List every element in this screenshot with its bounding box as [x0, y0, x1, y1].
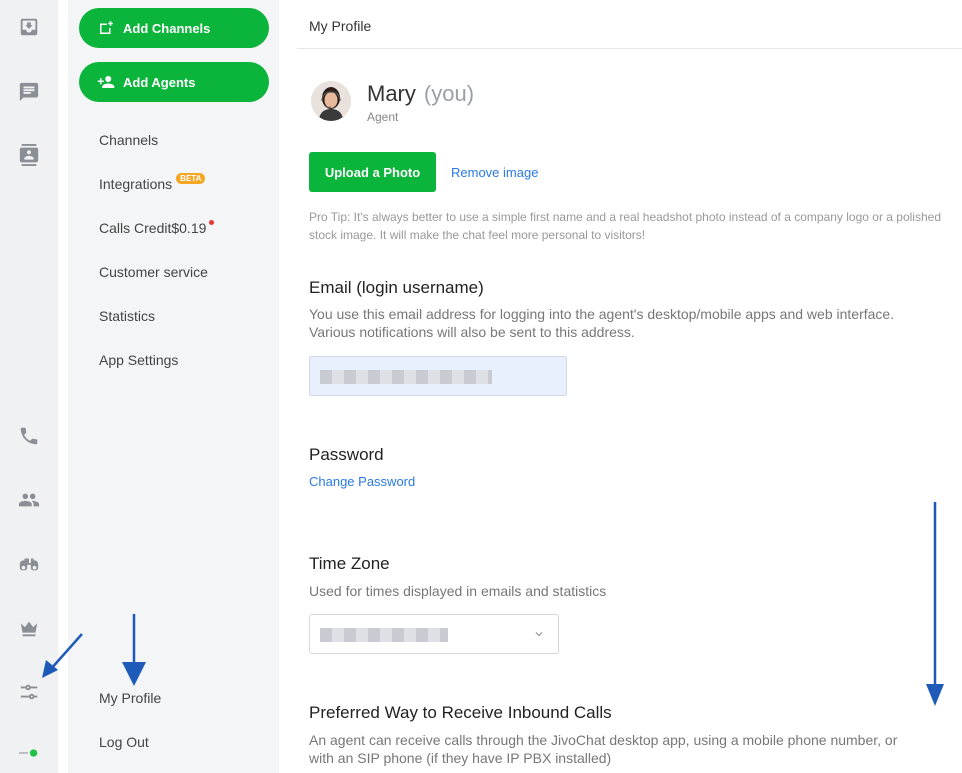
phone-icon[interactable] [17, 424, 41, 448]
settings-sliders-icon[interactable] [17, 680, 41, 704]
you-label: (you) [423, 81, 475, 106]
profile-content: My Profile Mary (you) Agent Upload a Phot… [297, 0, 962, 773]
timezone-heading: Time Zone [309, 554, 390, 573]
add-agents-button[interactable]: Add Agents [79, 62, 269, 102]
add-channel-icon [100, 21, 113, 34]
agent-name: Mary (you) [367, 81, 475, 106]
email-description: You use this email address for logging i… [309, 306, 895, 340]
page-title: My Profile [309, 18, 372, 34]
timezone-description: Used for times displayed in emails and s… [309, 583, 607, 599]
nav-item-customer-service[interactable]: Customer service [99, 264, 208, 280]
nav-item-calls-credit[interactable]: Calls Credit$0.19 [99, 220, 215, 236]
nav-item-log-out[interactable]: Log Out [99, 734, 149, 750]
password-heading: Password [309, 445, 384, 464]
contacts-icon[interactable] [17, 143, 41, 167]
beta-badge: BETA [176, 173, 206, 184]
notification-dot [209, 220, 215, 225]
annotation-arrow-down-scroll [926, 502, 944, 706]
nav-item-integrations[interactable]: Integrations BETA [99, 173, 206, 192]
inbound-calls-heading: Preferred Way to Receive Inbound Calls [309, 703, 612, 722]
nav-item-my-profile[interactable]: My Profile [99, 690, 161, 706]
email-field[interactable] [309, 356, 567, 396]
nav-item-app-settings[interactable]: App Settings [99, 352, 178, 368]
add-person-icon [97, 76, 115, 88]
email-heading: Email (login username) [309, 278, 484, 297]
page-header: My Profile [297, 0, 962, 49]
timezone-redacted [320, 628, 448, 642]
avatar [311, 81, 351, 121]
binoculars-icon[interactable] [17, 552, 41, 576]
inbound-calls-description: An agent can receive calls through the J… [309, 732, 898, 766]
upload-photo-button[interactable]: Upload a Photo [309, 152, 436, 192]
agent-role: Agent [367, 110, 399, 124]
remove-image-link[interactable]: Remove image [451, 165, 538, 180]
settings-nav: Add Channels Add Agents Channels Integra… [68, 0, 279, 773]
annotation-arrow-diagonal [42, 633, 83, 678]
timezone-select[interactable] [309, 614, 559, 654]
chevron-down-icon [532, 627, 546, 641]
pro-tip: Pro Tip: It's always better to use a sim… [309, 210, 941, 242]
nav-item-statistics[interactable]: Statistics [99, 308, 155, 324]
add-channels-button[interactable]: Add Channels [79, 8, 269, 48]
status-toggle-icon[interactable] [17, 741, 41, 765]
crown-icon[interactable] [17, 616, 41, 640]
team-icon[interactable] [17, 488, 41, 512]
email-redacted [320, 370, 492, 384]
annotation-arrow-down-nav [122, 614, 146, 686]
inbox-icon[interactable] [17, 15, 41, 39]
nav-item-channels[interactable]: Channels [99, 132, 158, 148]
chat-icon[interactable] [17, 80, 41, 104]
calls-credit-value: $0.19 [171, 220, 207, 236]
change-password-link[interactable]: Change Password [309, 474, 415, 489]
